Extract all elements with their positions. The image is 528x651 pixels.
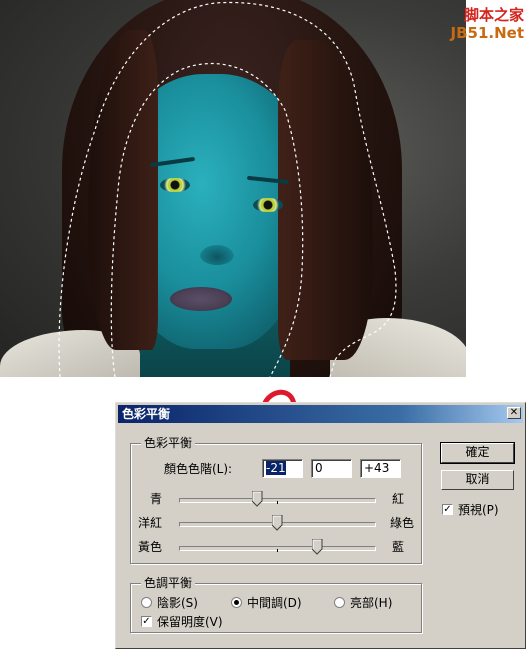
preview-checkbox[interactable]: ✓ <box>442 504 453 515</box>
highlights-radio[interactable] <box>334 597 345 608</box>
color-balance-group: 色彩平衡 顏色色階(L): -21 0 +43 青 紅 洋紅 綠色 黃色 藍 <box>130 436 422 564</box>
dialog-titlebar[interactable]: 色彩平衡 ✕ <box>118 405 523 423</box>
lips <box>170 287 232 311</box>
shadows-radio-label[interactable]: 陰影(S) <box>157 596 198 610</box>
slider-cyan-label: 青 <box>150 492 163 506</box>
dialog-title: 色彩平衡 <box>122 407 171 421</box>
yellow-blue-level-field[interactable]: +43 <box>360 459 401 478</box>
watermark: 脚本之家 JB51.Net <box>436 6 524 42</box>
preserve-luminosity-checkbox[interactable]: ✓ <box>141 616 152 627</box>
watermark-domain: JB51.Net <box>450 24 524 42</box>
yellow-blue-slider[interactable] <box>179 537 376 557</box>
preserve-luminosity-label[interactable]: 保留明度(V) <box>157 615 223 629</box>
ok-button[interactable]: 確定 <box>440 442 515 464</box>
magenta-green-level-field[interactable]: 0 <box>311 459 352 478</box>
watermark-title: 脚本之家 <box>463 6 524 24</box>
nose <box>200 245 234 265</box>
close-button[interactable]: ✕ <box>507 407 521 419</box>
slider-green-label: 綠色 <box>390 516 415 530</box>
shadows-radio[interactable] <box>141 597 152 608</box>
tone-balance-group: 色調平衡 陰影(S) 中間調(D) 亮部(H) ✓ 保留明度(V) <box>130 576 422 633</box>
cyan-red-slider[interactable] <box>179 489 376 509</box>
midtones-radio[interactable] <box>231 597 242 608</box>
midtones-radio-label[interactable]: 中間調(D) <box>247 596 302 610</box>
slider-yellow-label: 黃色 <box>138 540 163 554</box>
color-levels-label: 顏色色階(L): <box>164 462 233 476</box>
slider-thumb[interactable] <box>272 515 283 531</box>
edited-photo <box>0 0 466 377</box>
close-icon: ✕ <box>509 407 519 418</box>
left-eye <box>160 178 190 192</box>
slider-thumb[interactable] <box>252 491 263 507</box>
slider-thumb[interactable] <box>311 539 323 555</box>
tone-balance-legend: 色調平衡 <box>141 576 196 590</box>
slider-red-label: 紅 <box>392 492 405 506</box>
slider-magenta-label: 洋紅 <box>138 516 163 530</box>
right-eye <box>253 198 283 212</box>
highlights-radio-label[interactable]: 亮部(H) <box>350 596 392 610</box>
cyan-red-level-field[interactable]: -21 <box>262 459 303 478</box>
slider-blue-label: 藍 <box>392 540 405 554</box>
preview-label[interactable]: 預視(P) <box>458 503 499 517</box>
color-balance-dialog: 色彩平衡 ✕ 色彩平衡 顏色色階(L): -21 0 +43 青 紅 洋紅 綠色… <box>115 402 526 649</box>
color-balance-legend: 色彩平衡 <box>141 436 196 450</box>
magenta-green-slider[interactable] <box>179 513 376 533</box>
cancel-button[interactable]: 取消 <box>441 470 514 490</box>
